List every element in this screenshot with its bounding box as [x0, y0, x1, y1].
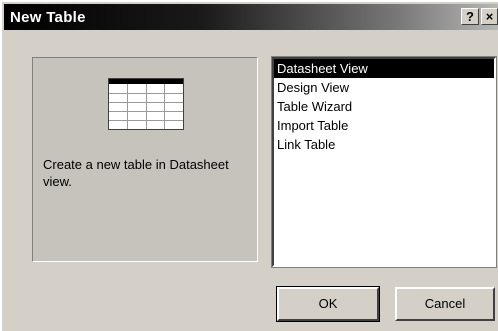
list-item-link-table[interactable]: Link Table: [274, 135, 494, 154]
grid-lines: [109, 84, 183, 129]
list-item-import-table[interactable]: Import Table: [274, 116, 494, 135]
list-item-table-wizard[interactable]: Table Wizard: [274, 97, 494, 116]
close-button[interactable]: ×: [481, 8, 498, 25]
table-grid-icon: [108, 78, 184, 130]
new-table-dialog: New Table ? × Create a new table in Data…: [0, 0, 498, 331]
cancel-button[interactable]: Cancel: [395, 287, 495, 321]
list-item-design-view[interactable]: Design View: [274, 78, 494, 97]
list-item-datasheet-view[interactable]: Datasheet View: [274, 59, 494, 78]
preview-panel: Create a new table in Datasheet view.: [32, 57, 258, 262]
window-title: New Table: [10, 9, 86, 26]
title-bar[interactable]: New Table ? ×: [4, 4, 498, 30]
ok-button[interactable]: OK: [276, 286, 380, 322]
table-creation-options-list[interactable]: Datasheet View Design View Table Wizard …: [271, 56, 497, 268]
preview-description: Create a new table in Datasheet view.: [43, 157, 229, 189]
help-button[interactable]: ?: [461, 8, 479, 25]
